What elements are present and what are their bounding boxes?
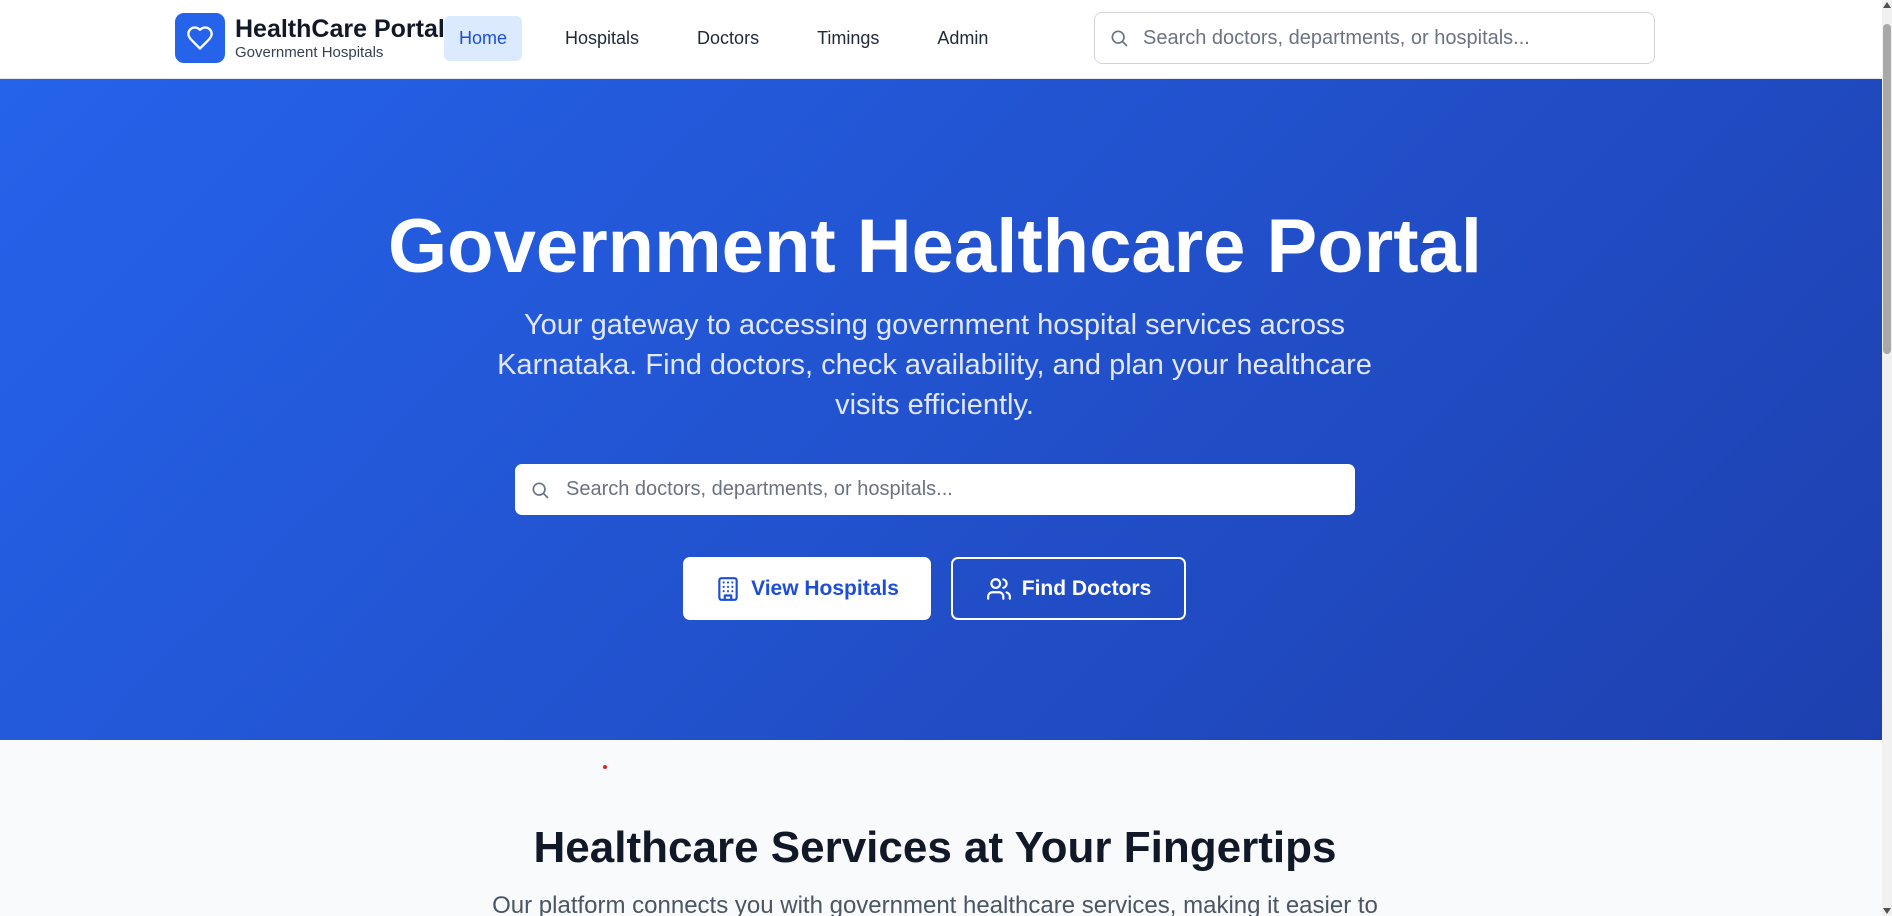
nav-item-hospitals[interactable]: Hospitals xyxy=(550,16,654,61)
services-title: Healthcare Services at Your Fingertips xyxy=(533,823,1337,872)
header-search-box xyxy=(1094,12,1655,64)
nav-item-timings[interactable]: Timings xyxy=(802,16,894,61)
brand-logo xyxy=(175,13,225,63)
hero-section: Government Healthcare Portal Your gatewa… xyxy=(0,79,1882,740)
top-navbar: HealthCare Portal Government Hospitals H… xyxy=(0,0,1882,79)
services-description: Our platform connects you with governmen… xyxy=(492,892,1378,916)
brand-text: HealthCare Portal Government Hospitals xyxy=(235,15,445,62)
search-icon xyxy=(532,482,549,498)
hero-title: Government Healthcare Portal xyxy=(388,204,1482,289)
find-doctors-label: Find Doctors xyxy=(1021,576,1152,600)
heart-icon xyxy=(187,26,213,50)
hero-search-input[interactable] xyxy=(566,478,1355,501)
cursor-dot xyxy=(603,765,607,769)
view-hospitals-button[interactable]: View Hospitals xyxy=(683,557,931,620)
hero-description: Your gateway to accessing government hos… xyxy=(497,309,1372,421)
scroll-thumb[interactable] xyxy=(1883,24,1891,354)
building-icon xyxy=(718,576,738,601)
page-scrollbar[interactable] xyxy=(1882,0,1892,916)
hero-search-box xyxy=(515,464,1355,515)
search-icon xyxy=(1111,30,1128,47)
users-icon xyxy=(986,577,1011,600)
view-hospitals-label: View Hospitals xyxy=(751,576,899,600)
nav-item-home[interactable]: Home xyxy=(444,16,523,61)
nav-item-doctors[interactable]: Doctors xyxy=(682,16,774,61)
scroll-down-arrow-icon[interactable] xyxy=(1883,908,1891,914)
brand-subtitle: Government Hospitals xyxy=(235,43,384,61)
brand-title: HealthCare Portal xyxy=(235,14,445,43)
main-nav: Home Hospitals Doctors Timings Admin xyxy=(444,16,1031,61)
header-search-input[interactable] xyxy=(1143,26,1654,50)
nav-item-admin[interactable]: Admin xyxy=(922,16,1003,61)
scroll-up-arrow-icon[interactable] xyxy=(1883,2,1891,8)
find-doctors-button[interactable]: Find Doctors xyxy=(951,557,1186,620)
brand[interactable]: HealthCare Portal Government Hospitals xyxy=(175,13,445,63)
services-section: Healthcare Services at Your Fingertips O… xyxy=(0,740,1882,916)
